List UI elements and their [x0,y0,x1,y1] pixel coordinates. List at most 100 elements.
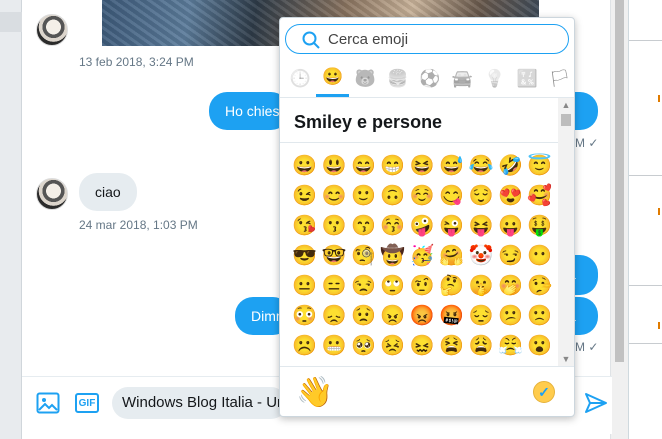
bear-icon: 🐻 [354,68,376,88]
tab-symbols[interactable]: 🔣 [511,60,543,97]
emoji-button[interactable]: 😋 [437,181,466,211]
emoji-button[interactable]: 🙂 [349,181,378,211]
emoji-button[interactable]: 🤣 [496,151,525,181]
emoji-button[interactable]: 😘 [290,211,319,241]
emoji-button[interactable]: 🤬 [437,301,466,331]
tab-travel[interactable]: 🚘 [446,60,478,97]
window-left-edge [0,0,22,439]
emoji-button[interactable]: 🥰 [525,181,554,211]
emoji-button[interactable]: 😫 [437,331,466,361]
emoji-button[interactable]: 😉 [290,181,319,211]
emoji-button[interactable]: 😃 [319,151,348,181]
emoji-button[interactable]: 😍 [496,181,525,211]
emoji-button[interactable]: 🤑 [525,211,554,241]
tab-recent[interactable]: 🕒 [284,60,316,97]
message-input[interactable]: Windows Blog Italia - Un [112,387,287,419]
message-timestamp: 24 mar 2018, 1:03 PM [79,218,198,232]
outgoing-message: Ho chiesto [209,92,289,130]
emoji-search-box[interactable] [285,24,569,54]
tab-flags[interactable]: 🏳 [544,60,575,97]
emoji-button[interactable]: ☺️ [408,181,437,211]
emoji-button[interactable]: 🧐 [349,241,378,271]
emoji-button[interactable]: 😞 [319,301,348,331]
emoji-button[interactable]: 🤫 [466,271,495,301]
emoji-button[interactable]: 😎 [290,241,319,271]
emoji-search-input[interactable] [328,29,558,49]
emoji-button[interactable]: 😏 [496,241,525,271]
scroll-up-icon[interactable]: ▲ [558,98,574,112]
emoji-button[interactable]: 😖 [408,331,437,361]
avatar[interactable] [36,14,68,46]
emoji-scrollbar[interactable]: ▲ ▼ [558,98,574,366]
emoji-button[interactable]: 🤨 [408,271,437,301]
emoji-button[interactable]: ☹️ [290,331,319,361]
divider [629,285,662,286]
emoji-button[interactable]: 🙄 [378,271,407,301]
edge-marker [658,208,660,215]
emoji-button[interactable]: 😟 [349,301,378,331]
emoji-button[interactable]: 🤭 [496,271,525,301]
emoji-button[interactable]: 😅 [437,151,466,181]
emoji-scrollbar-thumb[interactable] [561,114,571,126]
emoji-button[interactable]: 😕 [496,301,525,331]
emoji-button[interactable]: 😄 [349,151,378,181]
emoji-button[interactable]: 😗 [319,211,348,241]
emoji-button[interactable]: 🙃 [378,181,407,211]
emoji-button[interactable]: 😌 [466,181,495,211]
emoji-button[interactable]: 😠 [378,301,407,331]
emoji-button[interactable]: 😇 [525,151,554,181]
section-title: Smiley e persone [294,112,443,132]
emoji-button[interactable]: 😚 [378,211,407,241]
check-icon: ✓ [538,383,550,400]
emoji-button[interactable]: 😜 [437,211,466,241]
emoji-button[interactable]: 😒 [349,271,378,301]
emoji-button[interactable]: 😮 [525,331,554,361]
image-icon[interactable] [36,391,60,415]
emoji-button[interactable]: 😬 [319,331,348,361]
emoji-button[interactable]: 😝 [466,211,495,241]
chat-scrollbar-thumb[interactable] [615,0,624,362]
emoji-button[interactable]: 😤 [496,331,525,361]
emoji-button[interactable]: 😁 [378,151,407,181]
emoji-button[interactable]: 😶 [525,241,554,271]
chat-scrollbar[interactable] [610,0,628,439]
tab-activity[interactable]: ⚽ [414,60,446,97]
emoji-grid: 😀 😃 😄 😁 😆 😅 😂 🤣 😇 😉 😊 🙂 🙃 ☺️ 😋 😌 😍 🥰 😘 😗 😙 😚 🤪 😜 😝 😛 🤑 😎 🤓 🧐 🤠 🥳 🤗 🤡 😏 😶 😐 😑 😒… [290,151,555,361]
emoji-button[interactable]: 🤔 [437,271,466,301]
emoji-button[interactable]: 🤥 [525,271,554,301]
emoji-button[interactable]: 😩 [466,331,495,361]
lightbulb-icon: 💡 [484,68,506,88]
tab-objects[interactable]: 💡 [479,60,511,97]
gif-button[interactable]: GIF [75,393,99,413]
emoji-button[interactable]: 😳 [290,301,319,331]
emoji-button[interactable]: 🥺 [349,331,378,361]
emoji-button[interactable]: 😆 [408,151,437,181]
read-check-icon: ✓ [588,340,599,354]
emoji-button[interactable]: 😀 [290,151,319,181]
emoji-button[interactable]: 🤪 [408,211,437,241]
scroll-down-icon[interactable]: ▼ [558,352,574,366]
emoji-button[interactable]: 😡 [408,301,437,331]
emoji-button[interactable]: 🤡 [466,241,495,271]
emoji-button[interactable]: 🙁 [525,301,554,331]
tab-smileys[interactable]: 😀 [316,60,349,97]
emoji-button[interactable]: 🤠 [378,241,407,271]
emoji-button[interactable]: 😣 [378,331,407,361]
skin-tone-selector[interactable]: ✓ [533,381,555,403]
emoji-button[interactable]: 🥳 [408,241,437,271]
edge-marker [658,322,660,329]
send-icon[interactable] [584,391,608,415]
emoji-button[interactable]: 😙 [349,211,378,241]
emoji-button[interactable]: 😂 [466,151,495,181]
emoji-button[interactable]: 😑 [319,271,348,301]
emoji-button[interactable]: 😛 [496,211,525,241]
avatar[interactable] [36,178,68,210]
emoji-button[interactable]: 😐 [290,271,319,301]
emoji-button[interactable]: 🤗 [437,241,466,271]
emoji-button[interactable]: 🤓 [319,241,348,271]
edge-marker [658,95,660,102]
emoji-button[interactable]: 😊 [319,181,348,211]
emoji-button[interactable]: 😔 [466,301,495,331]
tab-animals[interactable]: 🐻 [349,60,381,97]
tab-food[interactable]: 🍔 [381,60,413,97]
